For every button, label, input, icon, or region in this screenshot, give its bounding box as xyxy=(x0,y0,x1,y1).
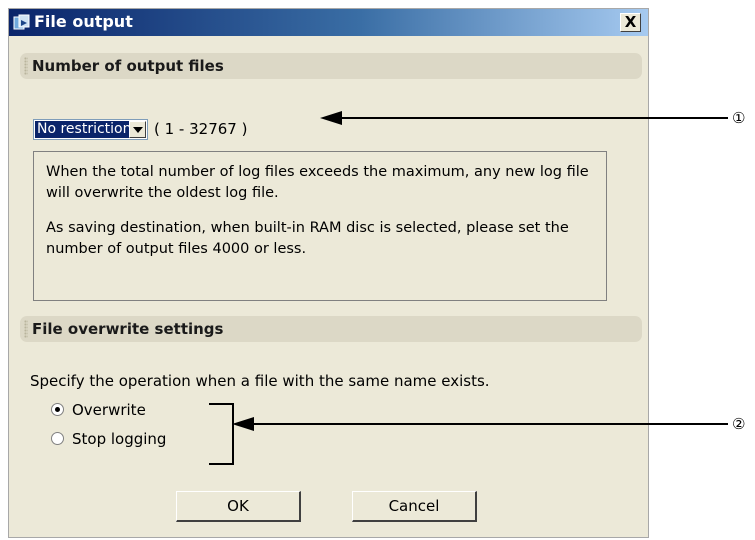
callout-arrow-2 xyxy=(232,417,728,431)
callout-arrows xyxy=(232,111,728,431)
callout-number-2: ② xyxy=(732,415,746,433)
callout-number-1: ① xyxy=(732,109,746,127)
callout-arrow-1 xyxy=(320,111,728,125)
